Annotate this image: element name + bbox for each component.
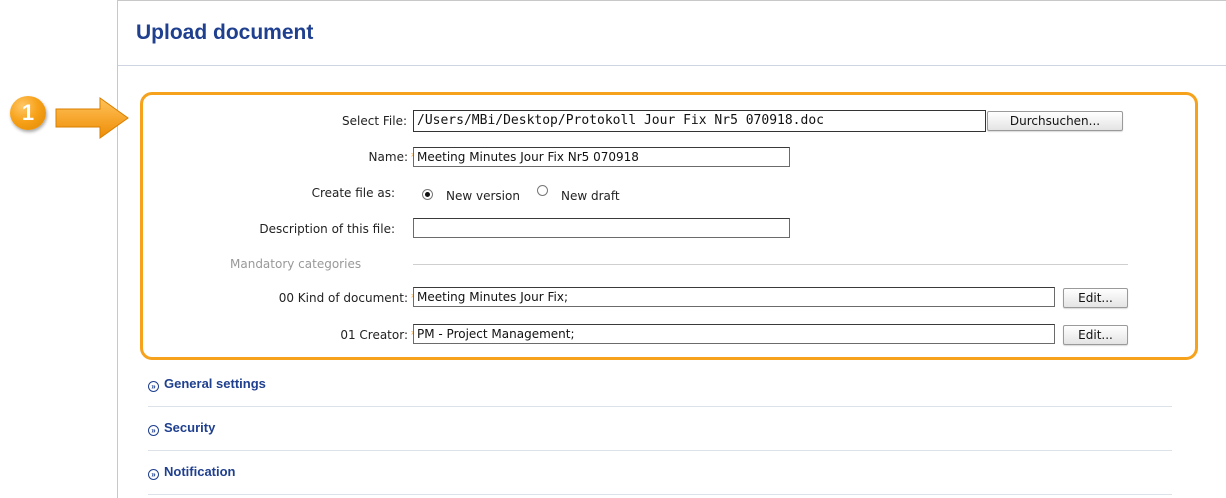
kind-of-document-input[interactable]: Meeting Minutes Jour Fix; [413, 287, 1055, 307]
radio-new-version[interactable] [422, 189, 433, 200]
creator-label: 01 Creator:* [340, 328, 417, 342]
section-divider [148, 406, 1172, 407]
radio-new-version-label[interactable]: New version [446, 189, 520, 203]
expand-icon: » [148, 425, 159, 436]
edit-kind-button[interactable]: Edit... [1063, 288, 1128, 308]
edit-creator-button[interactable]: Edit... [1063, 325, 1128, 345]
section-security[interactable]: » Security [148, 420, 215, 440]
callout-badge: 1 [10, 96, 46, 130]
categories-divider [413, 264, 1128, 265]
page-title: Upload document [136, 21, 314, 44]
description-input[interactable] [413, 218, 790, 238]
section-divider [148, 494, 1172, 495]
description-label: Description of this file: [259, 222, 395, 236]
radio-new-draft-label[interactable]: New draft [561, 189, 620, 203]
section-notification[interactable]: » Notification [148, 464, 236, 484]
browse-button[interactable]: Durchsuchen... [987, 111, 1123, 131]
name-label: Name:* [369, 150, 417, 164]
select-file-label: Select File: [342, 114, 407, 128]
title-divider [118, 65, 1226, 66]
kind-of-document-label: 00 Kind of document:* [279, 291, 417, 305]
section-divider [148, 450, 1172, 451]
name-input[interactable]: Meeting Minutes Jour Fix Nr5 070918 [413, 147, 790, 167]
mandatory-categories-heading: Mandatory categories [230, 257, 362, 271]
section-general-settings[interactable]: » General settings [148, 376, 266, 396]
radio-new-draft[interactable] [537, 185, 548, 196]
expand-icon: » [148, 381, 159, 392]
file-path-input[interactable]: /Users/MBi/Desktop/Protokoll Jour Fix Nr… [413, 110, 986, 132]
creator-input[interactable]: PM - Project Management; [413, 324, 1055, 344]
expand-icon: » [148, 469, 159, 480]
create-as-label: Create file as: [311, 186, 395, 200]
callout-arrow-icon [55, 97, 129, 139]
